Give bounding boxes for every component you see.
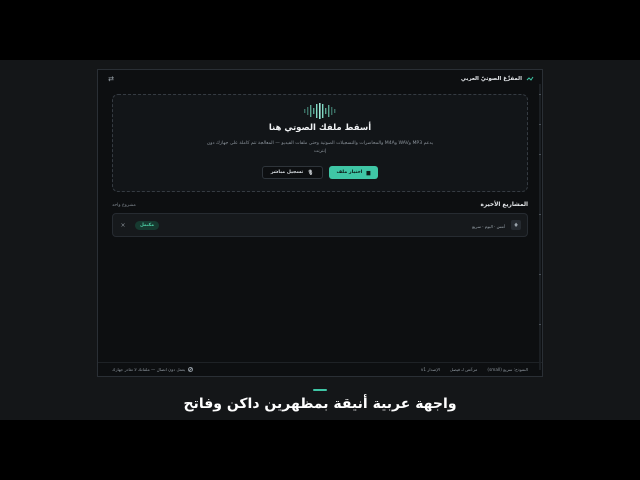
app-window: المفرِّغ الصوتيّ العربي ⇄ أسقط ملفك الصو… xyxy=(97,69,543,377)
record-live-button[interactable]: 🎙 تسجيل مباشر xyxy=(261,166,323,179)
version-info: الإصدار v1 xyxy=(420,367,440,372)
status-badge: مكتمل xyxy=(135,220,159,230)
scroll-tick xyxy=(539,154,541,155)
scroll-tick xyxy=(539,124,541,125)
recent-projects-header: المشاريع الأخيرة مشروع واحد xyxy=(112,200,528,210)
dropzone-title: أسقط ملفك الصوتي هنا xyxy=(268,123,372,133)
status-info: النموذج: سريع (small) مرخّص لـ فيصل الإص… xyxy=(421,367,528,372)
recent-projects-count: مشروع واحد xyxy=(112,202,136,208)
project-meta: أمس · اليوم · سريع xyxy=(472,223,505,229)
scroll-tick xyxy=(539,94,541,95)
audio-file-icon: ♦ xyxy=(511,220,521,230)
project-info: أمس · اليوم · سريع xyxy=(472,222,505,229)
folder-icon: ▆ xyxy=(366,169,371,176)
offline-icon xyxy=(188,367,194,372)
scroll-tick xyxy=(539,324,541,325)
title-bar: المفرِّغ الصوتيّ العربي ⇄ xyxy=(98,70,542,88)
scrollbar[interactable] xyxy=(539,84,541,370)
settings-sliders-icon[interactable]: ⇄ xyxy=(106,74,116,84)
app-title: المفرِّغ الصوتيّ العربي xyxy=(460,76,522,82)
choose-file-button[interactable]: ▆ اختيار ملف xyxy=(328,166,379,179)
audio-wave-icon xyxy=(304,103,336,119)
delete-icon[interactable]: × xyxy=(119,222,127,229)
record-live-label: تسجيل مباشر xyxy=(270,170,304,175)
offline-text: يعمل دون اتصال — ملفاتك لا تغادر جهازك xyxy=(112,367,186,372)
license-info: مرخّص لـ فيصل xyxy=(449,367,478,372)
model-info: النموذج: سريع (small) xyxy=(487,367,528,372)
scroll-tick xyxy=(539,274,541,275)
recent-projects-title: المشاريع الأخيرة xyxy=(480,202,529,208)
dropzone-description: يدعم MP3 وWAV وM4A والمحاضرات والتسجيلات… xyxy=(206,141,434,154)
status-bar: النموذج: سريع (small) مرخّص لـ فيصل الإص… xyxy=(98,362,542,376)
waveform-logo-icon xyxy=(526,75,534,83)
offline-status: يعمل دون اتصال — ملفاتك لا تغادر جهازك xyxy=(112,367,194,372)
brand: المفرِّغ الصوتيّ العربي xyxy=(461,75,534,83)
project-row[interactable]: ♦ أمس · اليوم · سريع مكتمل × xyxy=(112,213,528,237)
choose-file-label: اختيار ملف xyxy=(336,170,363,175)
scroll-tick xyxy=(539,214,541,215)
file-dropzone[interactable]: أسقط ملفك الصوتي هنا يدعم MP3 وWAV وM4A … xyxy=(112,94,528,192)
dropzone-actions: ▆ اختيار ملف 🎙 تسجيل مباشر xyxy=(113,166,527,179)
microphone-icon: 🎙 xyxy=(307,169,314,176)
caption-accent-bar xyxy=(313,389,327,391)
video-caption: واجهة عربية أنيقة بمظهرين داكن وفاتح xyxy=(183,396,457,412)
video-frame: المفرِّغ الصوتيّ العربي ⇄ أسقط ملفك الصو… xyxy=(0,60,640,420)
